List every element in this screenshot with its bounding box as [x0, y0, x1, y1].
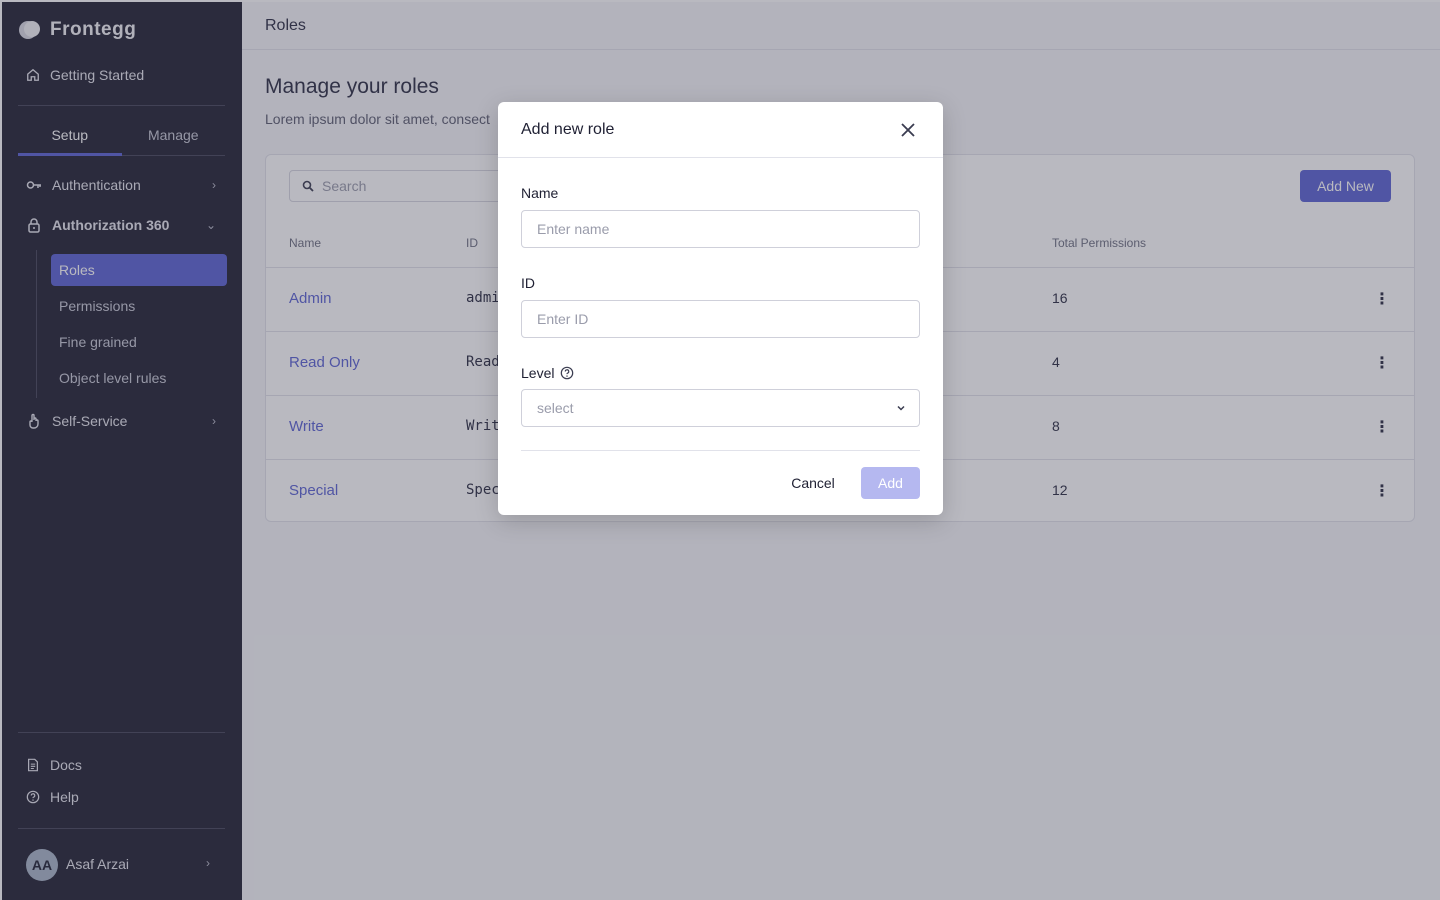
dialog-title: Add new role [521, 121, 615, 138]
name-field[interactable] [521, 210, 920, 248]
level-label: Level [521, 365, 555, 381]
id-label: ID [521, 275, 535, 291]
cancel-button[interactable]: Cancel [781, 467, 845, 499]
add-role-dialog: Add new role Name ID Level select Cancel… [498, 102, 943, 515]
level-label-row: Level [521, 365, 574, 381]
name-label: Name [521, 185, 559, 201]
close-icon[interactable] [898, 120, 918, 140]
level-select[interactable]: select [521, 389, 920, 427]
dialog-header: Add new role [498, 102, 943, 158]
chevron-down-icon [897, 405, 905, 411]
id-field[interactable] [521, 300, 920, 338]
dialog-divider [521, 450, 920, 451]
help-circle-icon[interactable] [560, 366, 574, 380]
add-button[interactable]: Add [861, 467, 920, 499]
level-select-value: select [537, 400, 574, 416]
